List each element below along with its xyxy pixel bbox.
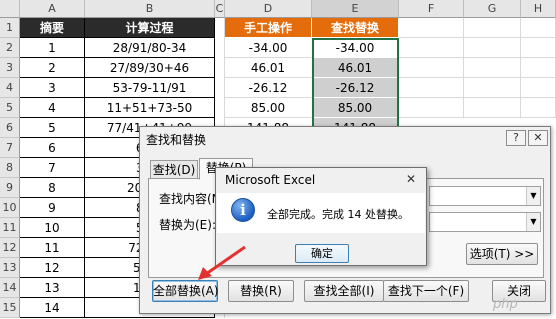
message-text: 全部完成。完成 14 处替换。 (267, 208, 409, 221)
cell-a[interactable]: 5 (20, 118, 85, 138)
empty-cell[interactable] (464, 58, 521, 78)
empty-cell[interactable] (521, 78, 556, 98)
empty-cell[interactable] (464, 38, 521, 58)
dialog-title: 查找和替换 (146, 133, 207, 147)
row-header[interactable]: 10 (0, 198, 20, 218)
row-header[interactable]: 5 (0, 98, 20, 118)
cell-a[interactable]: 11 (20, 238, 85, 258)
cell-a[interactable]: 2 (20, 58, 85, 78)
message-box-title: Microsoft Excel (225, 173, 316, 187)
info-icon: i (231, 198, 255, 222)
find-what-combo[interactable]: ▼ (429, 186, 541, 206)
help-button[interactable]: ? (506, 130, 526, 146)
empty-cell[interactable] (464, 78, 521, 98)
cell-a[interactable]: 1 (20, 38, 85, 58)
replace-all-button[interactable]: 全部替换(A) (152, 280, 219, 302)
empty-cell[interactable] (521, 98, 556, 118)
replace-button[interactable]: 替换(R) (228, 280, 294, 302)
replace-with-label: 替换为(E): (159, 218, 216, 232)
row-header[interactable]: 2 (0, 38, 20, 58)
row-header[interactable]: 6 (0, 118, 20, 138)
cell-d[interactable]: -26.12 (225, 78, 312, 98)
header-cell-a[interactable]: 摘要 (20, 18, 85, 38)
column-header-d[interactable]: D (225, 0, 312, 18)
column-header-h[interactable]: H (521, 0, 556, 18)
cell-a[interactable]: 10 (20, 218, 85, 238)
column-header-c[interactable]: C (215, 0, 225, 18)
cell-a[interactable]: 12 (20, 258, 85, 278)
column-header-a[interactable]: A (20, 0, 85, 18)
close-icon[interactable]: ✕ (400, 171, 422, 187)
column-header-g[interactable]: G (464, 0, 521, 18)
row-header[interactable]: 3 (0, 58, 20, 78)
empty-cell[interactable] (521, 38, 556, 58)
empty-cell[interactable] (521, 58, 556, 78)
cell-e[interactable]: 46.01 (312, 58, 399, 78)
cell-e[interactable]: -26.12 (312, 78, 399, 98)
find-all-button[interactable]: 查找全部(I) (304, 280, 384, 302)
message-body: i 全部完成。完成 14 处替换。 (217, 193, 425, 233)
header-cell-b[interactable]: 计算过程 (85, 18, 215, 38)
cell-b[interactable]: 28/91/80-34 (85, 38, 215, 58)
select-all-corner[interactable] (0, 0, 20, 18)
cell-e[interactable]: 85.00 (312, 98, 399, 118)
options-button[interactable]: 选项(T) >> (466, 243, 538, 265)
row-header[interactable]: 4 (0, 78, 20, 98)
empty-cell[interactable] (464, 18, 521, 38)
cell-a[interactable]: 3 (20, 78, 85, 98)
row-header[interactable]: 15 (0, 298, 20, 318)
dialog-close-button[interactable]: ✕ (528, 130, 548, 146)
row-header[interactable]: 14 (0, 278, 20, 298)
column-header-e[interactable]: E (312, 0, 399, 18)
ok-button[interactable]: 确定 (295, 244, 349, 263)
replace-with-combo[interactable]: ▼ (429, 212, 541, 232)
cell-a[interactable]: 7 (20, 158, 85, 178)
cell-d[interactable]: 46.01 (225, 58, 312, 78)
row-header[interactable]: 11 (0, 218, 20, 238)
tab-find[interactable]: 查找(D) (150, 160, 198, 180)
chevron-down-icon[interactable]: ▼ (526, 187, 540, 205)
empty-cell[interactable] (521, 18, 556, 38)
row-header[interactable]: 1 (0, 18, 20, 38)
cell-a[interactable]: 6 (20, 138, 85, 158)
row-header[interactable]: 13 (0, 258, 20, 278)
row-header[interactable]: 8 (0, 158, 20, 178)
empty-cell[interactable] (399, 38, 464, 58)
row-header[interactable]: 12 (0, 238, 20, 258)
cell-b[interactable]: 11+51+73-50 (85, 98, 215, 118)
row-header[interactable]: 9 (0, 178, 20, 198)
empty-cell[interactable] (399, 18, 464, 38)
empty-cell[interactable] (464, 98, 521, 118)
cell-d[interactable]: 85.00 (225, 98, 312, 118)
cell-a[interactable]: 13 (20, 278, 85, 298)
header-cell-e[interactable]: 查找替换 (312, 18, 399, 38)
empty-cell[interactable] (399, 98, 464, 118)
cell-a[interactable]: 14 (20, 298, 85, 318)
row-header[interactable]: 7 (0, 138, 20, 158)
column-header-f[interactable]: F (399, 0, 464, 18)
excel-message-box: Microsoft Excel ✕ i 全部完成。完成 14 处替换。 确定 (215, 167, 427, 266)
cell-a[interactable]: 9 (20, 198, 85, 218)
cell-e[interactable]: -34.00 (312, 38, 399, 58)
watermark: php (493, 297, 518, 312)
find-next-button[interactable]: 查找下一个(F) (383, 280, 469, 302)
cell-a[interactable]: 8 (20, 178, 85, 198)
empty-cell[interactable] (399, 58, 464, 78)
cell-b[interactable]: 27/89/30+46 (85, 58, 215, 78)
cell-b[interactable]: 53-79-11/91 (85, 78, 215, 98)
cell-d[interactable]: -34.00 (225, 38, 312, 58)
header-cell-d[interactable]: 手工操作 (225, 18, 312, 38)
cell-a[interactable]: 4 (20, 98, 85, 118)
empty-cell[interactable] (399, 78, 464, 98)
chevron-down-icon[interactable]: ▼ (526, 213, 540, 231)
column-header-b[interactable]: B (85, 0, 215, 18)
